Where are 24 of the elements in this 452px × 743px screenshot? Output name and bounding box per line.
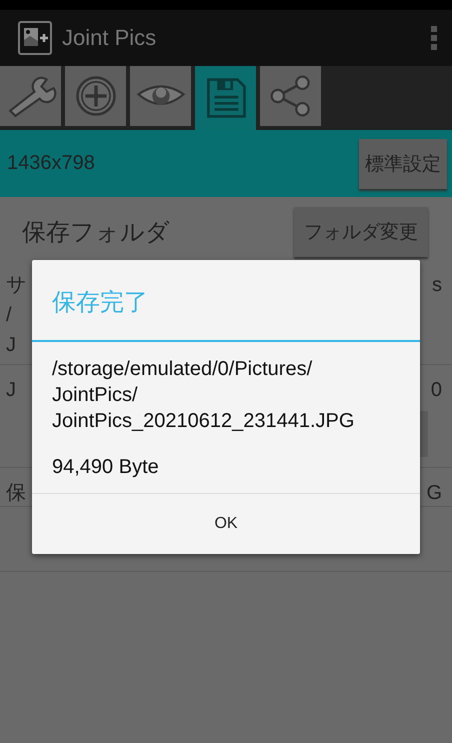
partial-text: J xyxy=(6,333,16,358)
change-folder-button[interactable]: フォルダ変更 xyxy=(294,206,428,256)
tab[interactable] xyxy=(0,66,61,126)
app-logo-icon xyxy=(18,21,52,55)
partial-text: J xyxy=(6,378,16,403)
ok-button[interactable]: OK xyxy=(32,494,420,554)
partial-text: G xyxy=(426,481,443,506)
default-settings-button[interactable]: 標準設定 xyxy=(359,138,447,188)
file-path-text: /storage/emulated/0/Pictures/ JointPics/ JointPics_20210612_231441.JPG xyxy=(51,357,356,434)
partial-text: s xyxy=(432,273,443,298)
partial-text: 0 xyxy=(430,378,443,403)
save-folder-label: 保存フォルダ xyxy=(22,218,170,248)
tab[interactable] xyxy=(65,66,126,126)
tab[interactable] xyxy=(130,66,191,126)
partial-text: 保 xyxy=(6,481,26,506)
resolution-text: 1436x798 xyxy=(7,152,95,175)
tab[interactable] xyxy=(195,66,256,130)
partial-text: / xyxy=(6,303,12,328)
dialog-title: 保存完了 xyxy=(51,288,149,318)
file-size-text: 94,490 Byte xyxy=(51,455,160,480)
partial-text: サ xyxy=(6,273,26,298)
tab[interactable] xyxy=(260,66,321,126)
app-title: Joint Pics xyxy=(62,25,158,51)
overflow-menu-icon[interactable] xyxy=(430,25,438,51)
